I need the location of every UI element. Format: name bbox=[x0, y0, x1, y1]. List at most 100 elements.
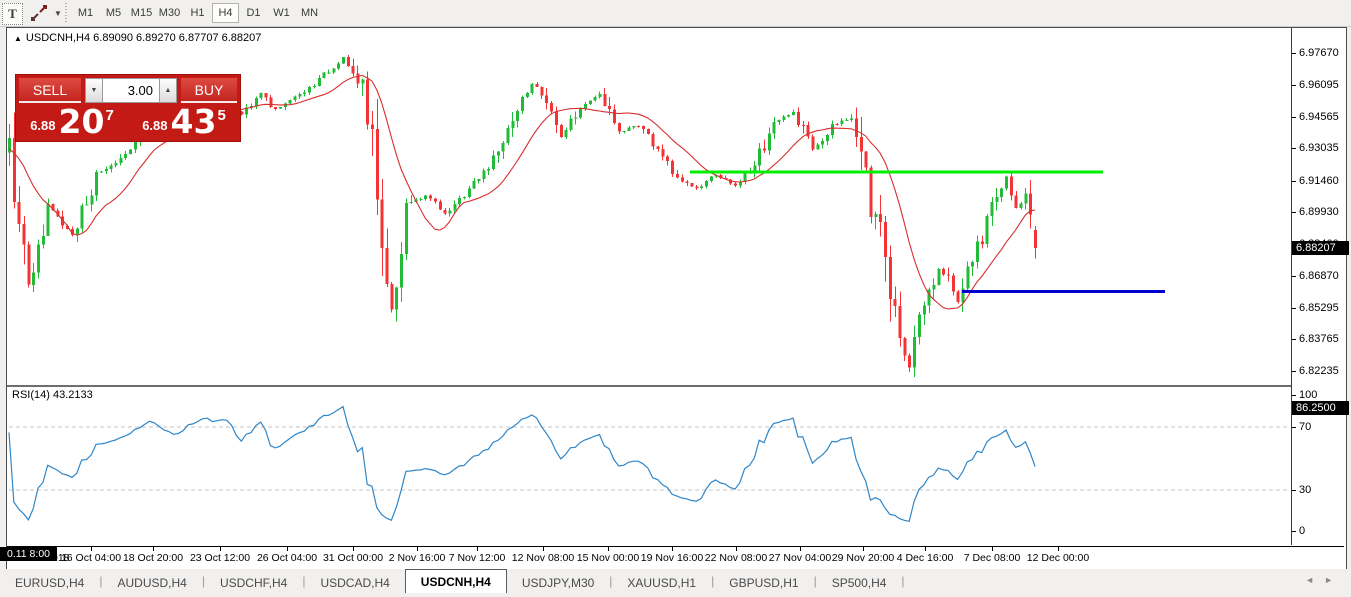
candle bbox=[899, 306, 902, 338]
volume-increase-button[interactable]: ▲ bbox=[159, 78, 177, 103]
time-tick-mark bbox=[477, 547, 478, 551]
candle bbox=[540, 87, 543, 96]
candle bbox=[115, 163, 118, 166]
rsi-pane[interactable]: RSI(14) 43.2133 bbox=[7, 388, 1291, 545]
timeframe-h4[interactable]: H4 bbox=[212, 3, 239, 23]
candle bbox=[303, 92, 306, 94]
tab-usdchf-h4[interactable]: USDCHF,H4 bbox=[205, 573, 302, 593]
buy-price-sup: 5 bbox=[217, 107, 225, 124]
time-tick-mark bbox=[417, 547, 418, 551]
time-tick-label[interactable]: 7 Nov 12:00 bbox=[449, 552, 506, 564]
candle bbox=[768, 134, 771, 151]
candle bbox=[95, 172, 98, 195]
timeframe-mn[interactable]: MN bbox=[296, 3, 323, 23]
tab-usdcnh-h4[interactable]: USDCNH,H4 bbox=[405, 569, 507, 593]
candle bbox=[550, 103, 553, 112]
candle bbox=[492, 156, 495, 169]
rsi-value-box: 86.2500 bbox=[1292, 401, 1349, 415]
time-axis[interactable]: 16 Oct 04:0018 Oct 20:0023 Oct 12:0026 O… bbox=[7, 546, 1344, 569]
time-tick-label[interactable]: 7 Dec 08:00 bbox=[964, 552, 1021, 564]
candle bbox=[42, 236, 45, 245]
candle bbox=[681, 177, 684, 181]
tab-eurusd-h4[interactable]: EURUSD,H4 bbox=[0, 573, 99, 593]
pane-separator[interactable] bbox=[7, 385, 1344, 387]
buy-price[interactable]: 6.88 43 5 bbox=[128, 105, 240, 139]
one-click-trading-panel: SELL ▼ 3.00 ▲ BUY 6.88 20 7 6.88 43 5 bbox=[15, 74, 241, 142]
timeframe-w1[interactable]: W1 bbox=[268, 3, 295, 23]
toolbar-grip[interactable] bbox=[63, 3, 68, 23]
candle bbox=[1020, 203, 1023, 208]
candle bbox=[937, 269, 940, 285]
time-tick-label[interactable]: 4 Dec 16:00 bbox=[897, 552, 954, 564]
tab-usdjpy-m30[interactable]: USDJPY,M30 bbox=[507, 573, 609, 593]
candle bbox=[361, 80, 364, 84]
candle bbox=[628, 127, 631, 130]
candle bbox=[1010, 177, 1013, 196]
price-tick-label: 6.96095 bbox=[1299, 79, 1339, 91]
timeframe-m1[interactable]: M1 bbox=[72, 3, 99, 23]
rsi-tick-mark bbox=[1292, 395, 1296, 396]
time-tick-label[interactable]: 22 Nov 08:00 bbox=[705, 552, 767, 564]
time-tick-label[interactable]: 29 Nov 20:00 bbox=[832, 552, 894, 564]
time-tick-label[interactable]: 12 Nov 08:00 bbox=[512, 552, 574, 564]
time-tick-label[interactable]: 31 Oct 00:00 bbox=[323, 552, 383, 564]
candle bbox=[860, 137, 863, 152]
volume-spinner: ▼ 3.00 ▲ bbox=[85, 78, 177, 103]
candle bbox=[560, 125, 563, 137]
timeframe-buttons: M1M5M15M30H1H4D1W1MN bbox=[72, 3, 324, 23]
candle bbox=[966, 267, 969, 289]
timeframe-m5[interactable]: M5 bbox=[100, 3, 127, 23]
timeframe-m15[interactable]: M15 bbox=[128, 3, 155, 23]
candle bbox=[85, 205, 88, 206]
time-tick-label[interactable]: 18 Oct 20:00 bbox=[123, 552, 183, 564]
time-tick-mark bbox=[287, 547, 288, 551]
volume-decrease-button[interactable]: ▼ bbox=[85, 78, 103, 103]
bottom-strip bbox=[0, 593, 1351, 597]
buy-button[interactable]: BUY bbox=[181, 78, 237, 103]
candle bbox=[289, 100, 292, 103]
tab-audusd-h4[interactable]: AUDUSD,H4 bbox=[102, 573, 201, 593]
time-tick-label[interactable]: 26 Oct 04:00 bbox=[257, 552, 317, 564]
tab-scroll-right-icon[interactable]: ► bbox=[1324, 575, 1343, 585]
time-tick-label[interactable]: 19 Nov 16:00 bbox=[641, 552, 703, 564]
candle bbox=[13, 138, 16, 202]
candle bbox=[831, 124, 834, 135]
candle bbox=[100, 171, 103, 172]
candle bbox=[18, 202, 21, 224]
candle bbox=[497, 152, 500, 156]
candle bbox=[763, 149, 766, 151]
rsi-tick-label: 70 bbox=[1299, 421, 1311, 433]
time-tick-mark bbox=[736, 547, 737, 551]
timeframe-h1[interactable]: H1 bbox=[184, 3, 211, 23]
cursor-arrows-icon[interactable] bbox=[27, 3, 51, 23]
candle bbox=[574, 117, 577, 118]
sell-price[interactable]: 6.88 20 7 bbox=[16, 105, 128, 139]
time-tick-label[interactable]: 23 Oct 12:00 bbox=[190, 552, 250, 564]
tab-separator: | bbox=[901, 574, 904, 588]
text-tool-button[interactable]: T bbox=[2, 3, 23, 25]
time-tick-label[interactable]: 12 Dec 00:00 bbox=[1027, 552, 1089, 564]
tab-gbpusd-h1[interactable]: GBPUSD,H1 bbox=[714, 573, 813, 593]
time-tick-label[interactable]: 15 Nov 00:00 bbox=[577, 552, 639, 564]
tab-usdcad-h4[interactable]: USDCAD,H4 bbox=[305, 573, 404, 593]
price-tick-label: 6.91460 bbox=[1299, 175, 1339, 187]
tab-sp500-h4[interactable]: SP500,H4 bbox=[817, 573, 902, 593]
candle bbox=[952, 276, 955, 292]
panel-collapse-icon[interactable]: ▲ bbox=[14, 34, 22, 43]
candle bbox=[473, 181, 476, 189]
sell-button[interactable]: SELL bbox=[19, 78, 81, 103]
timeframe-m30[interactable]: M30 bbox=[156, 3, 183, 23]
time-tick-label[interactable]: 2 Nov 16:00 bbox=[389, 552, 446, 564]
chart-tab-bar: EURUSD,H4|AUDUSD,H4|USDCHF,H4|USDCAD,H4U… bbox=[0, 569, 1351, 594]
price-axis[interactable]: 6.976706.960956.945656.930356.914606.899… bbox=[1291, 28, 1345, 545]
tab-xauusd-h1[interactable]: XAUUSD,H1 bbox=[612, 573, 711, 593]
volume-input[interactable]: 3.00 bbox=[103, 78, 159, 103]
tab-scroll-left-icon[interactable]: ◄ bbox=[1305, 575, 1324, 585]
candle bbox=[439, 201, 442, 209]
timeframe-d1[interactable]: D1 bbox=[240, 3, 267, 23]
price-tick-label: 6.83765 bbox=[1299, 333, 1339, 345]
time-tick-mark bbox=[353, 547, 354, 551]
time-tick-label[interactable]: 27 Nov 04:00 bbox=[769, 552, 831, 564]
candle bbox=[371, 125, 374, 129]
candle bbox=[458, 198, 461, 204]
